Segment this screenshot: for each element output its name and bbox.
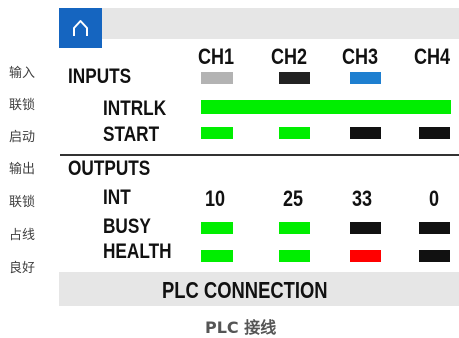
start-indicator-ch3 (350, 127, 381, 139)
busy-indicator-ch1 (201, 222, 233, 234)
int-value-ch2: 25 (283, 186, 304, 211)
channel-header-1: CH1 (198, 44, 235, 69)
inputs-heading: INPUTS (68, 65, 132, 88)
int-value-ch1: 10 (205, 186, 226, 211)
int-value-ch3: 33 (352, 186, 373, 211)
home-button[interactable] (59, 8, 102, 48)
channel-header-2: CH2 (271, 44, 308, 69)
start-indicator-ch1 (201, 127, 233, 139)
side-label-input: 输入 (9, 66, 36, 81)
side-label-output: 输出 (9, 162, 36, 177)
health-indicator-ch1 (201, 250, 233, 262)
plc-connection-label: PLC CONNECTION (162, 277, 328, 303)
busy-indicator-ch3 (350, 222, 381, 234)
home-icon (73, 20, 88, 36)
busy-label: BUSY (103, 215, 151, 238)
side-label-interlock-2: 联锁 (9, 195, 36, 210)
intrlk-indicator (201, 100, 451, 114)
health-indicator-ch2 (279, 250, 310, 262)
channel-indicator-3 (350, 72, 381, 84)
channel-indicator-1 (201, 72, 233, 84)
side-label-busy: 占线 (9, 228, 36, 243)
channel-header-4: CH4 (414, 44, 451, 69)
intrlk-label: INTRLK (103, 97, 167, 120)
busy-indicator-ch2 (279, 222, 310, 234)
top-bar (59, 8, 459, 39)
start-label: START (103, 123, 160, 146)
channel-indicator-2 (279, 72, 310, 84)
health-indicator-ch4 (419, 250, 450, 262)
health-indicator-ch3 (350, 250, 381, 262)
caption: PLC 接线 (205, 318, 277, 337)
side-label-start: 启动 (9, 130, 36, 145)
health-label: HEALTH (103, 240, 172, 263)
int-label: INT (103, 186, 131, 209)
outputs-heading: OUTPUTS (68, 157, 151, 180)
start-indicator-ch4 (419, 127, 450, 139)
section-divider (60, 154, 459, 156)
int-value-ch4: 0 (429, 186, 440, 211)
side-label-interlock: 联锁 (9, 98, 36, 113)
side-label-good: 良好 (9, 261, 36, 276)
channel-header-3: CH3 (342, 44, 379, 69)
start-indicator-ch2 (279, 127, 310, 139)
busy-indicator-ch4 (419, 222, 450, 234)
